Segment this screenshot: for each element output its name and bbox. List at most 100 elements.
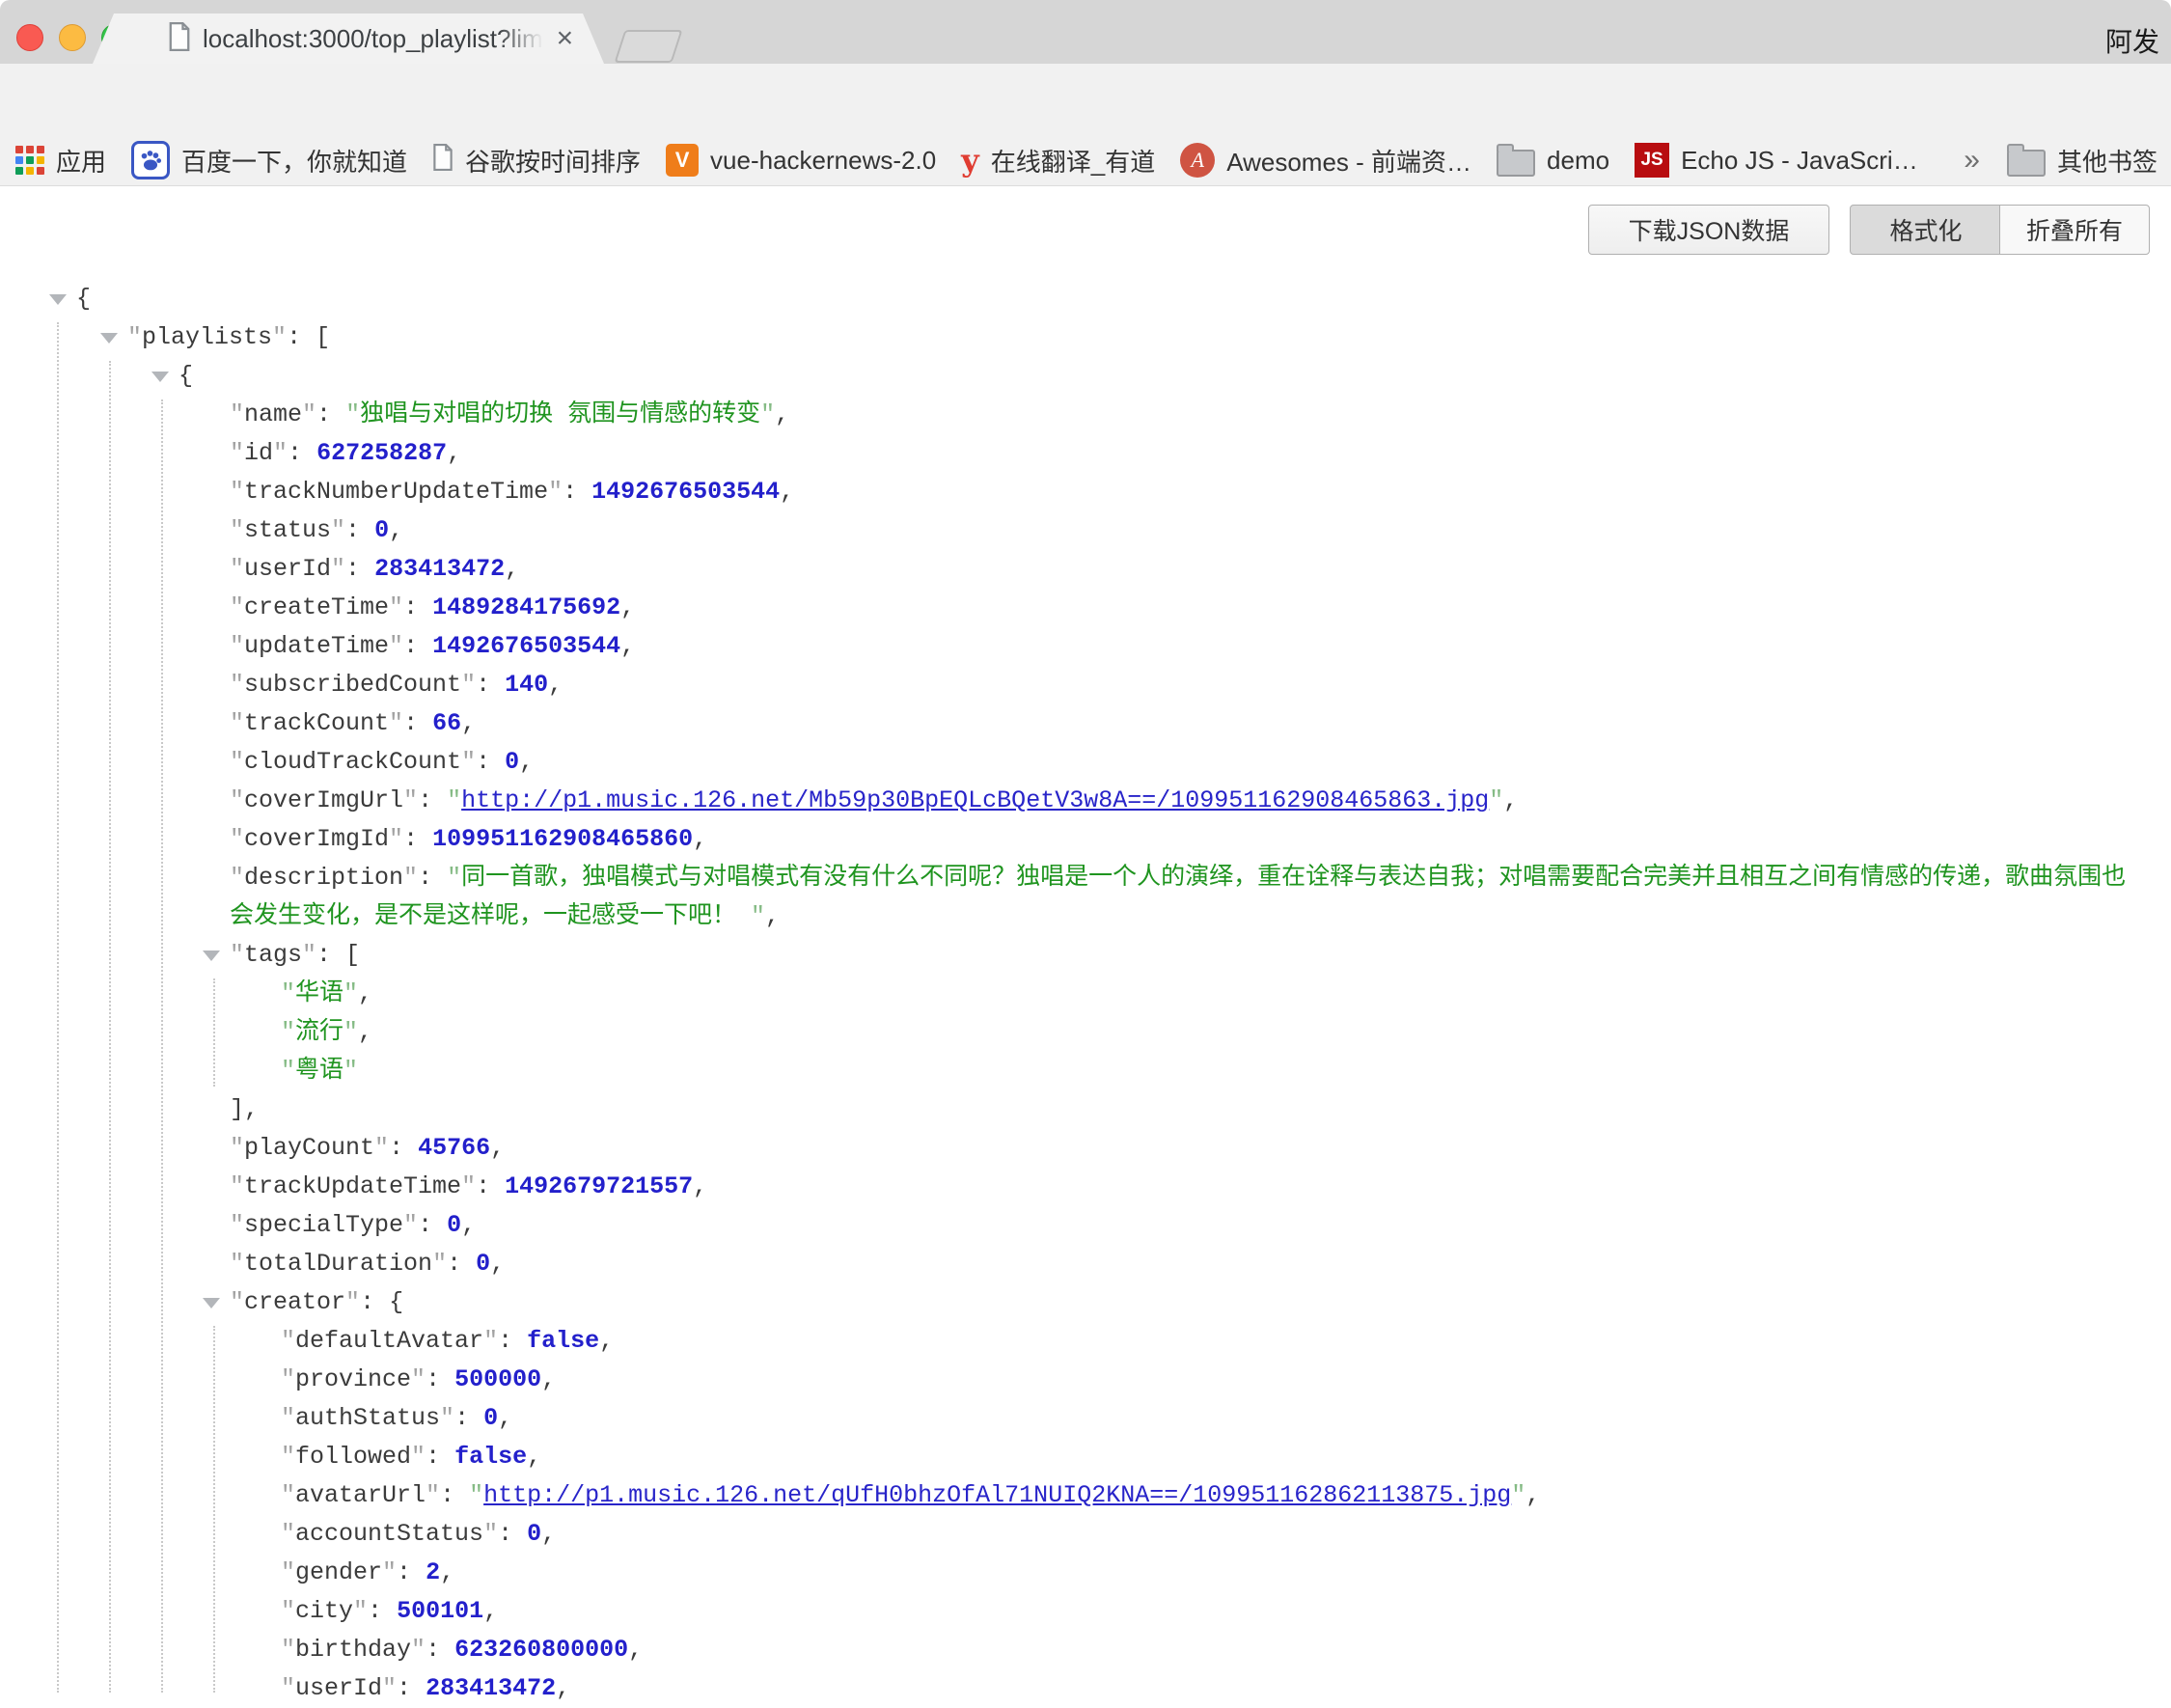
json-quote: " [230,555,244,583]
json-quote: " [281,1018,295,1046]
profile-name[interactable]: 阿发 [2105,21,2159,60]
json-punct: : [426,1443,454,1471]
json-key: totalDuration [244,1250,432,1278]
json-quote: " [1489,786,1503,814]
window-minimize-button[interactable] [59,24,86,51]
json-punct: , [620,593,635,621]
json-quote: " [1511,1481,1525,1509]
json-punct: , [490,1134,505,1162]
json-quote: " [230,1288,244,1316]
json-key: specialType [244,1211,403,1239]
bookmark-google-sort[interactable]: 谷歌按时间排序 [432,143,641,179]
download-json-button[interactable]: 下载JSON数据 [1588,205,1829,255]
json-number: 45766 [418,1134,490,1162]
json-key: id [244,439,273,467]
json-quote: " [230,1134,244,1162]
json-quote: " [344,979,358,1007]
json-key: province [295,1365,411,1393]
new-tab-button[interactable] [614,30,682,63]
bookmark-echojs[interactable]: JS Echo JS - JavaScri… [1635,143,1918,178]
collapse-triangle-icon[interactable] [100,333,118,344]
collapse-triangle-icon[interactable] [203,1298,220,1309]
json-quote: " [127,323,142,351]
json-line: "createTime": 1489284175692, [0,589,2134,627]
json-line: "trackUpdateTime": 1492679721557, [0,1168,2134,1206]
json-punct: , [527,1443,541,1471]
collapse-triangle-icon[interactable] [151,372,169,382]
json-punct: , [389,516,403,544]
bookmark-other-bookmarks[interactable]: 其他书签 [2007,143,2157,179]
bookmarks-bar: 应用 百度一下，你就知道 谷歌按时间排序 V vue-hackernews-2.… [0,135,2171,186]
json-punct: : [368,1597,397,1625]
bookmark-awesomes[interactable]: A Awesomes - 前端资… [1180,143,1471,179]
json-number: 0 [476,1250,490,1278]
json-punct: , [358,1018,372,1046]
json-key: coverImgUrl [244,786,403,814]
json-quote: " [461,671,476,699]
json-punct: : [ [316,941,360,969]
json-number: 283413472 [426,1674,556,1702]
bookmark-label: Echo JS - JavaScri… [1681,146,1918,176]
json-quote: " [331,516,345,544]
bookmark-vue-hackernews[interactable]: V vue-hackernews-2.0 [666,144,936,177]
collapse-all-button[interactable]: 折叠所有 [1999,205,2150,255]
json-quote: " [230,478,244,506]
json-string: 粤语 [295,1057,344,1085]
json-quote: " [230,825,244,853]
bookmark-label: 应用 [56,143,106,179]
json-quote: " [389,709,403,737]
browser-tab[interactable]: localhost:3000/top_playlist?lim × [93,14,604,64]
json-line: "userId": 283413472, [0,550,2134,589]
json-key: trackUpdateTime [244,1172,461,1200]
json-quote: " [447,864,461,892]
json-punct: { [179,362,193,390]
json-key: createTime [244,593,389,621]
json-number: 2 [426,1558,440,1586]
collapse-triangle-icon[interactable] [49,294,67,305]
bookmark-youdao-translate[interactable]: y 在线翻译_有道 [961,143,1155,179]
bookmarks-overflow-chevron[interactable]: » [1964,144,1980,177]
youdao-icon: y [961,146,979,175]
json-quote: " [281,1636,295,1664]
json-line: "trackNumberUpdateTime": 1492676503544, [0,473,2134,511]
json-key: city [295,1597,353,1625]
json-punct: , [461,1211,476,1239]
json-quote: " [374,1134,389,1162]
json-line: "playlists": [ [0,318,2134,357]
json-key: status [244,516,331,544]
json-number: 0 [374,516,389,544]
json-link-url[interactable]: http://p1.music.126.net/qUfH0bhzOfAl71NU… [483,1481,1511,1509]
tab-close-icon[interactable]: × [557,26,574,51]
bookmark-apps[interactable]: 应用 [15,143,106,179]
window-close-button[interactable] [16,24,43,51]
apps-grid-icon [15,146,44,175]
json-link-url[interactable]: http://p1.music.126.net/Mb59p30BpEQLcBQe… [461,786,1489,814]
json-number: 0 [527,1520,541,1548]
json-quote: " [760,400,775,428]
bookmark-folder-demo[interactable]: demo [1497,144,1609,177]
bookmark-baidu[interactable]: 百度一下，你就知道 [131,141,407,179]
json-line: "birthday": 623260800000, [0,1631,2134,1669]
json-punct: , [693,825,707,853]
json-line: "authStatus": 0, [0,1399,2134,1438]
format-button[interactable]: 格式化 [1850,205,2002,255]
json-line: "updateTime": 1492676503544, [0,627,2134,666]
json-quote: " [447,786,461,814]
json-quote: " [281,1674,295,1702]
json-boolean: false [527,1327,599,1355]
json-line: ], [0,1090,2134,1129]
json-quote: " [331,555,345,583]
json-key: followed [295,1443,411,1471]
json-string: 独唱与对唱的切换 氛围与情感的转变 [360,400,760,428]
json-key: cloudTrackCount [244,748,461,776]
json-quote: " [483,1520,498,1548]
json-key: accountStatus [295,1520,483,1548]
json-number: 627258287 [316,439,447,467]
json-punct: : [563,478,591,506]
json-punct: : [403,593,432,621]
json-quote: " [403,864,418,892]
collapse-triangle-icon[interactable] [203,950,220,961]
json-punct: , [440,1558,454,1586]
baidu-paw-icon [131,141,170,179]
json-line: "cloudTrackCount": 0, [0,743,2134,782]
